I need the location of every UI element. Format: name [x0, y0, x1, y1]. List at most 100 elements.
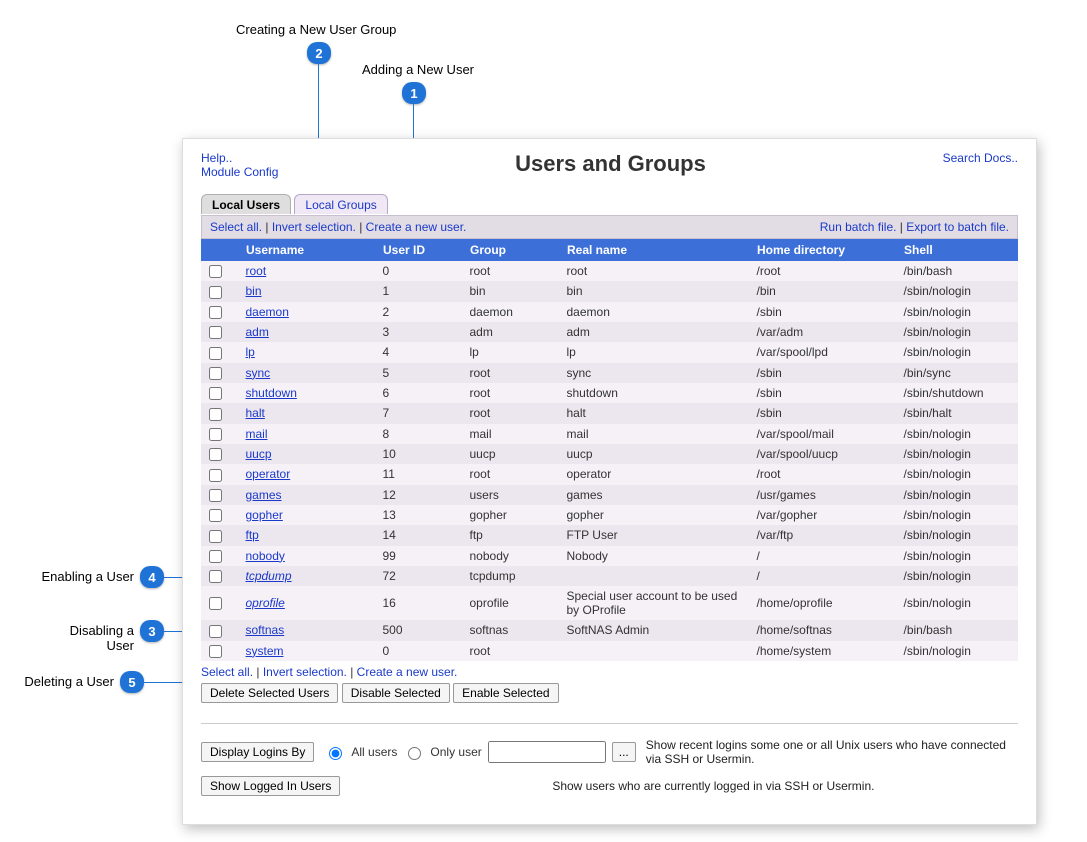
table-row: lp4lplp/var/spool/lpd/sbin/nologin [201, 342, 1018, 362]
row-checkbox[interactable] [209, 448, 222, 461]
only-user-radio[interactable] [408, 747, 421, 760]
username-link[interactable]: gopher [246, 508, 283, 522]
username-link[interactable]: bin [246, 284, 262, 298]
username-link[interactable]: root [246, 264, 267, 278]
browse-user-button[interactable]: ... [612, 742, 636, 762]
select-all-link-bottom[interactable]: Select all. [201, 665, 253, 679]
cell-realname: uucp [559, 444, 749, 464]
cell-userid: 0 [375, 641, 462, 661]
cell-home: /bin [749, 281, 896, 301]
cell-shell: /sbin/nologin [896, 281, 1018, 301]
disable-selected-button[interactable]: Disable Selected [342, 683, 450, 703]
tab-local-users[interactable]: Local Users [201, 194, 291, 214]
cell-realname: bin [559, 281, 749, 301]
cell-shell: /sbin/nologin [896, 485, 1018, 505]
cell-userid: 0 [375, 261, 462, 281]
cell-userid: 500 [375, 620, 462, 640]
cell-shell: /sbin/nologin [896, 342, 1018, 362]
table-row: softnas500softnasSoftNAS Admin/home/soft… [201, 620, 1018, 640]
row-checkbox[interactable] [209, 645, 222, 658]
select-all-link[interactable]: Select all. [210, 220, 262, 234]
row-checkbox[interactable] [209, 367, 222, 380]
display-logins-button[interactable]: Display Logins By [201, 742, 314, 762]
cell-group: oprofile [462, 586, 559, 620]
cell-shell: /sbin/nologin [896, 322, 1018, 342]
username-link[interactable]: games [246, 488, 282, 502]
username-link[interactable]: sync [246, 366, 271, 380]
search-docs-link[interactable]: Search Docs.. [943, 151, 1018, 165]
row-checkbox[interactable] [209, 265, 222, 278]
username-link[interactable]: ftp [246, 528, 259, 542]
users-table: Username User ID Group Real name Home di… [201, 239, 1018, 661]
only-user-field[interactable] [488, 741, 606, 763]
create-user-link[interactable]: Create a new user. [366, 220, 467, 234]
cell-group: root [462, 641, 559, 661]
username-link[interactable]: oprofile [246, 596, 285, 610]
username-link[interactable]: uucp [246, 447, 272, 461]
invert-selection-link-bottom[interactable]: Invert selection. [263, 665, 347, 679]
run-batch-link[interactable]: Run batch file. [820, 220, 897, 234]
row-checkbox[interactable] [209, 387, 222, 400]
row-checkbox[interactable] [209, 428, 222, 441]
cell-userid: 5 [375, 363, 462, 383]
module-config-link[interactable]: Module Config [201, 165, 278, 179]
enable-selected-button[interactable]: Enable Selected [453, 683, 558, 703]
row-checkbox[interactable] [209, 469, 222, 482]
row-checkbox[interactable] [209, 306, 222, 319]
cell-realname: root [559, 261, 749, 281]
invert-selection-link[interactable]: Invert selection. [272, 220, 356, 234]
cell-group: root [462, 383, 559, 403]
export-batch-link[interactable]: Export to batch file. [906, 220, 1009, 234]
row-checkbox[interactable] [209, 286, 222, 299]
username-link[interactable]: nobody [246, 549, 285, 563]
username-link[interactable]: daemon [246, 305, 289, 319]
col-home: Home directory [749, 239, 896, 261]
cell-home: /sbin [749, 302, 896, 322]
row-checkbox[interactable] [209, 347, 222, 360]
cell-shell: /sbin/nologin [896, 586, 1018, 620]
username-link[interactable]: adm [246, 325, 269, 339]
table-row: uucp10uucpuucp/var/spool/uucp/sbin/nolog… [201, 444, 1018, 464]
row-checkbox[interactable] [209, 408, 222, 421]
delete-selected-button[interactable]: Delete Selected Users [201, 683, 338, 703]
tab-local-groups[interactable]: Local Groups [294, 194, 387, 214]
all-users-radio[interactable] [329, 747, 342, 760]
username-link[interactable]: lp [246, 345, 255, 359]
cell-shell: /sbin/nologin [896, 525, 1018, 545]
table-row: sync5rootsync/sbin/bin/sync [201, 363, 1018, 383]
col-realname: Real name [559, 239, 749, 261]
cell-realname: daemon [559, 302, 749, 322]
row-checkbox[interactable] [209, 550, 222, 563]
row-checkbox[interactable] [209, 509, 222, 522]
row-checkbox[interactable] [209, 489, 222, 502]
create-user-link-bottom[interactable]: Create a new user. [357, 665, 458, 679]
cell-group: mail [462, 424, 559, 444]
cell-realname: Special user account to be used by OProf… [559, 586, 749, 620]
cell-realname [559, 641, 749, 661]
username-link[interactable]: operator [246, 467, 291, 481]
username-link[interactable]: softnas [246, 623, 285, 637]
username-link[interactable]: tcpdump [246, 569, 292, 583]
row-checkbox[interactable] [209, 570, 222, 583]
username-link[interactable]: mail [246, 427, 268, 441]
display-logins-desc: Show recent logins some one or all Unix … [646, 738, 1018, 766]
row-checkbox[interactable] [209, 597, 222, 610]
col-group: Group [462, 239, 559, 261]
username-link[interactable]: system [246, 644, 284, 658]
cell-shell: /sbin/nologin [896, 464, 1018, 484]
help-link[interactable]: Help.. [201, 151, 232, 165]
table-row: root0rootroot/root/bin/bash [201, 261, 1018, 281]
cell-realname [559, 566, 749, 586]
cell-userid: 2 [375, 302, 462, 322]
cell-realname: Nobody [559, 546, 749, 566]
table-row: nobody99nobodyNobody//sbin/nologin [201, 546, 1018, 566]
table-row: operator11rootoperator/root/sbin/nologin [201, 464, 1018, 484]
row-checkbox[interactable] [209, 530, 222, 543]
row-checkbox[interactable] [209, 326, 222, 339]
username-link[interactable]: halt [246, 406, 265, 420]
show-logged-in-button[interactable]: Show Logged In Users [201, 776, 340, 796]
username-link[interactable]: shutdown [246, 386, 297, 400]
row-checkbox[interactable] [209, 625, 222, 638]
cell-shell: /sbin/nologin [896, 641, 1018, 661]
all-users-label: All users [351, 745, 397, 759]
